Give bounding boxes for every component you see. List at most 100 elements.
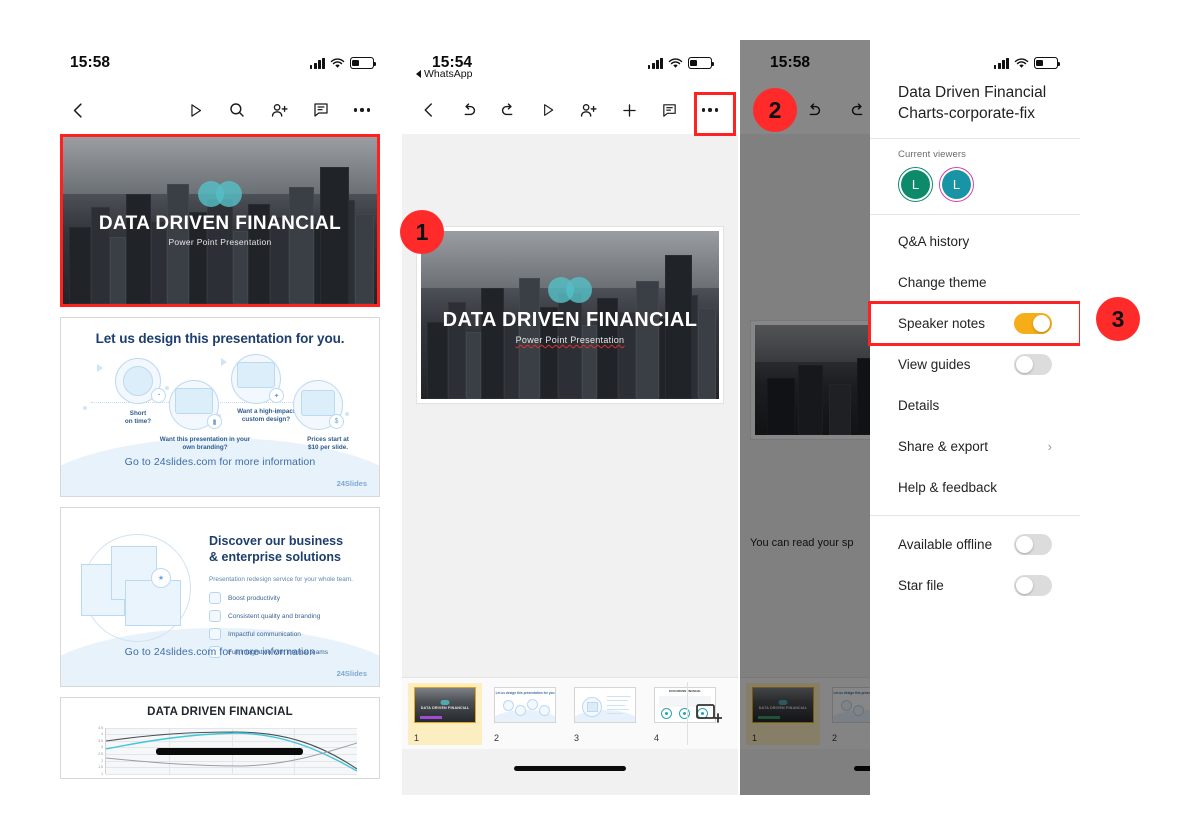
back-icon[interactable]: [58, 86, 98, 134]
back-to-app-link[interactable]: WhatsApp: [416, 68, 472, 80]
menu-item-label: Speaker notes: [898, 316, 986, 332]
speaker-notes-toggle[interactable]: [1014, 313, 1052, 335]
status-time: 15:58: [70, 54, 111, 72]
battery-icon: [1034, 57, 1061, 69]
present-icon[interactable]: [531, 86, 565, 134]
slide-1-hero: DATA DRIVEN FINANCIAL Power Point Presen…: [63, 137, 377, 304]
filmstrip-slide-2[interactable]: Let us design this presentation for you …: [488, 683, 562, 745]
cellular-signal-icon: [993, 57, 1009, 69]
current-viewers-label: Current viewers: [898, 149, 967, 161]
viewer-avatars: L L: [898, 167, 1052, 203]
current-viewers-section: Current viewers L L: [870, 139, 1080, 214]
present-icon[interactable]: [174, 86, 216, 134]
menu-item-help-feedback[interactable]: Help & feedback: [870, 467, 1080, 508]
chart-title: DATA DRIVEN FINANCIAL: [147, 706, 293, 718]
options-menu-sheet: Data Driven Financial Charts-corporate-f…: [868, 40, 1080, 795]
status-bar: 15:58: [40, 40, 400, 86]
cellular-signal-icon: [647, 57, 663, 69]
view-guides-toggle[interactable]: [1014, 354, 1052, 376]
canvas-slide-1: DATA DRIVEN FINANCIAL Power Point Presen…: [421, 231, 719, 399]
filmstrip[interactable]: DATA DRIVEN FINANCIAL 1 Let us design th…: [402, 677, 738, 749]
cellular-signal-icon: [309, 57, 325, 69]
redacted-bar: [156, 747, 303, 755]
undo-icon[interactable]: [452, 86, 486, 134]
brand-logo-icon: [548, 277, 592, 303]
slide-2-caption-2: Want this presentation in your own brand…: [159, 436, 251, 452]
phone-panel-editor: 15:54 WhatsApp DATA DRIVEN FINANCIAL Pow…: [402, 40, 738, 795]
battery-icon: [350, 57, 377, 69]
more-icon[interactable]: [342, 86, 382, 134]
slide-thumbnail-list[interactable]: DATA DRIVEN FINANCIAL Power Point Presen…: [40, 134, 400, 795]
phone-panel-menu: 15:58 You can read your sp DATA DRIVEN F…: [740, 40, 1080, 795]
slide-canvas[interactable]: DATA DRIVEN FINANCIAL Power Point Presen…: [416, 226, 724, 404]
slide-card-3[interactable]: ★ Discover our business & enterprise sol…: [60, 507, 380, 687]
slide-3-illustration: ★: [79, 530, 195, 646]
status-indicators: [993, 57, 1061, 69]
slide-3-bullet-1: Boost productivity: [228, 594, 281, 602]
slide-1-subtitle: Power Point Presentation: [168, 237, 272, 247]
filmstrip-divider: [687, 682, 688, 745]
canvas-slide-title: DATA DRIVEN FINANCIAL: [442, 309, 698, 331]
callout-badge-1: 1: [400, 210, 444, 254]
bullet-icon-3: [209, 628, 221, 640]
menu-item-qa-history[interactable]: Q&A history: [870, 221, 1080, 262]
avatar-ring-1[interactable]: L: [898, 167, 933, 203]
add-person-icon[interactable]: [571, 86, 607, 134]
menu-item-available-offline[interactable]: Available offline: [870, 524, 1080, 565]
slide-2-brand: 24Slides: [336, 479, 367, 488]
search-icon[interactable]: [216, 86, 258, 134]
back-icon[interactable]: [412, 86, 446, 134]
status-bar: [870, 40, 1080, 86]
slide-3-bullet-2: Consistent quality and branding: [228, 612, 321, 620]
filmstrip-slide-number: 1: [414, 732, 420, 743]
menu-item-view-guides[interactable]: View guides: [870, 344, 1080, 385]
redo-icon[interactable]: [491, 86, 525, 134]
status-indicators: [647, 57, 715, 69]
avatar-ring-2[interactable]: L: [939, 167, 974, 203]
back-triangle-icon: [416, 70, 421, 78]
menu-item-star-file[interactable]: Star file: [870, 565, 1080, 606]
menu-item-label: Q&A history: [898, 234, 970, 250]
speaker-notes-area[interactable]: [402, 464, 738, 705]
slide-3-cta: Go to 24slides.com for more information: [124, 646, 316, 658]
screenshot-canvas: 15:58 DATA DRIVEN FINANCIAL Power Point …: [0, 0, 1201, 829]
menu-item-label: Change theme: [898, 275, 987, 291]
menu-item-label: Available offline: [898, 537, 993, 553]
plus-icon[interactable]: [613, 86, 647, 134]
menu-item-change-theme[interactable]: Change theme: [870, 262, 1080, 303]
avatar: L: [901, 170, 930, 200]
menu-item-label: Details: [898, 398, 940, 414]
filmstrip-slide-1[interactable]: DATA DRIVEN FINANCIAL 1: [408, 682, 482, 745]
bullet-icon-2: [209, 610, 221, 622]
comment-icon[interactable]: [300, 86, 342, 134]
slide-2-cta: Go to 24slides.com for more information: [124, 456, 316, 468]
filmstrip-slide-3[interactable]: 3: [568, 683, 642, 745]
menu-item-speaker-notes[interactable]: Speaker notes: [868, 301, 1080, 347]
slide-3-content: ★ Discover our business & enterprise sol…: [61, 508, 379, 686]
slide-card-2[interactable]: Let us design this presentation for you.…: [60, 317, 380, 497]
available-offline-toggle[interactable]: [1014, 534, 1052, 556]
wifi-icon: [668, 57, 683, 69]
slide-card-4[interactable]: DATA DRIVEN FINANCIAL 4.5 4 3.5 3 2.5 2 …: [60, 697, 380, 779]
battery-icon: [688, 57, 715, 69]
slide-3-bullet-3: Impactful communication: [228, 630, 301, 638]
add-person-icon[interactable]: [258, 86, 300, 134]
comment-icon[interactable]: [652, 86, 686, 134]
brand-logo-icon: [198, 181, 242, 207]
callout-badge-2: 2: [753, 88, 797, 132]
more-dots: [353, 108, 371, 112]
menu-item-label: Help & feedback: [898, 480, 998, 496]
filmstrip-slide-number: 2: [494, 732, 500, 743]
add-slide-icon[interactable]: [696, 702, 723, 726]
filmstrip-slide-number: 3: [574, 732, 580, 743]
star-file-toggle[interactable]: [1014, 575, 1052, 597]
slide-card-1[interactable]: DATA DRIVEN FINANCIAL Power Point Presen…: [60, 134, 380, 307]
menu-item-share-export[interactable]: Share & export ›: [870, 426, 1080, 467]
menu-item-label: View guides: [898, 357, 971, 373]
slide-2-content: Let us design this presentation for you.…: [61, 318, 379, 496]
app-toolbar: [40, 86, 400, 134]
wifi-icon: [1014, 57, 1029, 69]
menu-item-details[interactable]: Details: [870, 385, 1080, 426]
home-indicator: [514, 766, 626, 771]
slide-2-caption-4: Prices start at $10 per slide.: [307, 436, 349, 452]
